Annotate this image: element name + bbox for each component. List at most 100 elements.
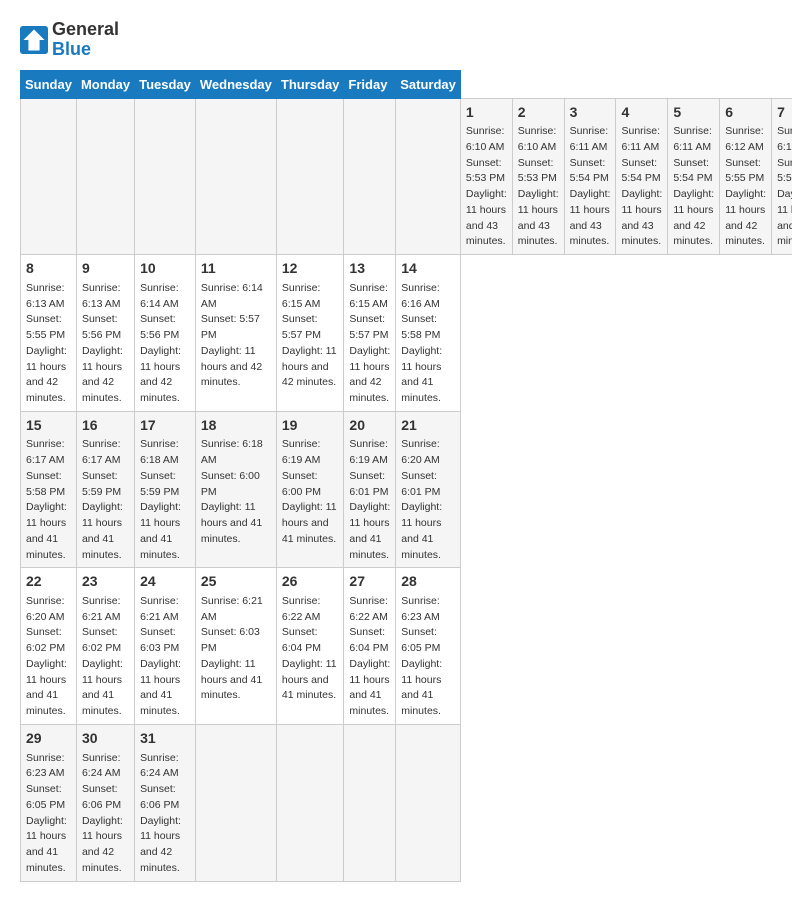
empty-cell xyxy=(195,724,276,881)
calendar-day-15: 15Sunrise: 6:17 AMSunset: 5:58 PMDayligh… xyxy=(21,411,77,568)
day-header-wednesday: Wednesday xyxy=(195,70,276,98)
empty-cell xyxy=(135,98,196,255)
sunrise-text: Sunrise: 6:15 AM xyxy=(282,282,321,310)
daylight-text: Daylight: 11 hours and 43 minutes. xyxy=(518,188,559,247)
daylight-text: Daylight: 11 hours and 41 minutes. xyxy=(282,501,337,545)
daylight-text: Daylight: 11 hours and 41 minutes. xyxy=(26,658,67,717)
sunrise-text: Sunrise: 6:18 AM xyxy=(201,438,263,466)
sunrise-text: Sunrise: 6:16 AM xyxy=(401,282,440,310)
sunset-text: Sunset: 5:58 PM xyxy=(401,313,440,341)
daylight-text: Daylight: 11 hours and 42 minutes. xyxy=(673,188,714,247)
day-number: 2 xyxy=(518,103,559,123)
sunrise-text: Sunrise: 6:10 AM xyxy=(466,125,505,153)
sunset-text: Sunset: 6:00 PM xyxy=(201,470,260,498)
daylight-text: Daylight: 11 hours and 42 minutes. xyxy=(201,345,262,389)
day-number: 16 xyxy=(82,416,129,436)
day-number: 15 xyxy=(26,416,71,436)
sunrise-text: Sunrise: 6:13 AM xyxy=(26,282,65,310)
sunset-text: Sunset: 6:03 PM xyxy=(140,626,179,654)
empty-cell xyxy=(276,98,344,255)
sunset-text: Sunset: 6:01 PM xyxy=(401,470,440,498)
day-number: 30 xyxy=(82,729,129,749)
calendar-day-10: 10Sunrise: 6:14 AMSunset: 5:56 PMDayligh… xyxy=(135,255,196,412)
day-number: 18 xyxy=(201,416,271,436)
daylight-text: Daylight: 11 hours and 42 minutes. xyxy=(82,815,123,874)
day-number: 4 xyxy=(621,103,662,123)
daylight-text: Daylight: 11 hours and 41 minutes. xyxy=(26,815,67,874)
day-number: 31 xyxy=(140,729,190,749)
empty-cell xyxy=(344,724,396,881)
daylight-text: Daylight: 11 hours and 42 minutes. xyxy=(26,345,67,404)
sunrise-text: Sunrise: 6:14 AM xyxy=(140,282,179,310)
calendar-day-2: 2Sunrise: 6:10 AMSunset: 5:53 PMDaylight… xyxy=(512,98,564,255)
day-header-friday: Friday xyxy=(344,70,396,98)
calendar-day-8: 8 Sunrise: 6:13 AM Sunset: 5:55 PM Daylight… xyxy=(21,255,77,412)
sunrise-text: Sunrise: 6:10 AM xyxy=(518,125,557,153)
sunrise-text: Sunrise: 6:20 AM xyxy=(26,595,65,623)
calendar-week-2: 8 Sunrise: 6:13 AM Sunset: 5:55 PM Daylight… xyxy=(21,255,792,412)
day-number: 11 xyxy=(201,259,271,279)
calendar-week-3: 15Sunrise: 6:17 AMSunset: 5:58 PMDayligh… xyxy=(21,411,792,568)
logo-text: General Blue xyxy=(52,20,119,60)
day-number: 5 xyxy=(673,103,714,123)
sunrise-text: Sunrise: 6:24 AM xyxy=(140,752,179,780)
daylight-text: Daylight: 11 hours and 41 minutes. xyxy=(140,658,181,717)
sunrise-text: Sunrise: 6:22 AM xyxy=(282,595,321,623)
calendar-day-24: 24Sunrise: 6:21 AMSunset: 6:03 PMDayligh… xyxy=(135,568,196,725)
daylight-text: Daylight: 11 hours and 41 minutes. xyxy=(82,658,123,717)
sunrise-text: Sunrise: 6:13 AM xyxy=(82,282,121,310)
day-number: 23 xyxy=(82,572,129,592)
day-number: 28 xyxy=(401,572,455,592)
daylight-text: Daylight: 11 hours and 42 minutes. xyxy=(725,188,766,247)
daylight-text: Daylight: 11 hours and 42 minutes. xyxy=(140,345,181,404)
calendar-day-22: 22 Sunrise: 6:20 AM Sunset: 6:02 PM Dayligh… xyxy=(21,568,77,725)
calendar-day-21: 21Sunrise: 6:20 AMSunset: 6:01 PMDayligh… xyxy=(396,411,461,568)
sunset-text: Sunset: 5:57 PM xyxy=(201,313,260,341)
sunset-text: Sunset: 5:57 PM xyxy=(349,313,388,341)
day-number: 24 xyxy=(140,572,190,592)
day-number: 27 xyxy=(349,572,390,592)
calendar-day-13: 13Sunrise: 6:15 AMSunset: 5:57 PMDayligh… xyxy=(344,255,396,412)
sunrise-text: Sunrise: 6:12 AM xyxy=(777,125,792,153)
sunset-text: Sunset: 5:58 PM xyxy=(26,470,65,498)
calendar-day-3: 3Sunrise: 6:11 AMSunset: 5:54 PMDaylight… xyxy=(564,98,616,255)
sunset-text: Sunset: 6:04 PM xyxy=(282,626,321,654)
empty-cell xyxy=(276,724,344,881)
daylight-text: Daylight: 11 hours and 41 minutes. xyxy=(201,658,262,702)
day-number: 17 xyxy=(140,416,190,436)
day-number: 20 xyxy=(349,416,390,436)
calendar-day-7: 7Sunrise: 6:12 AMSunset: 5:55 PMDaylight… xyxy=(772,98,792,255)
sunrise-text: Sunrise: 6:23 AM xyxy=(26,752,65,780)
sunset-text: Sunset: 5:55 PM xyxy=(725,157,764,185)
logo-icon xyxy=(20,26,48,54)
day-number: 13 xyxy=(349,259,390,279)
daylight-text: Daylight: 11 hours and 43 minutes. xyxy=(621,188,662,247)
sunset-text: Sunset: 5:56 PM xyxy=(82,313,121,341)
calendar-day-12: 12Sunrise: 6:15 AMSunset: 5:57 PMDayligh… xyxy=(276,255,344,412)
day-number: 8 xyxy=(26,259,71,279)
daylight-text: Daylight: 11 hours and 41 minutes. xyxy=(201,501,262,545)
sunset-text: Sunset: 6:02 PM xyxy=(26,626,65,654)
calendar-day-31: 31Sunrise: 6:24 AMSunset: 6:06 PMDayligh… xyxy=(135,724,196,881)
sunset-text: Sunset: 5:59 PM xyxy=(82,470,121,498)
day-number: 19 xyxy=(282,416,339,436)
empty-cell xyxy=(396,98,461,255)
day-number: 14 xyxy=(401,259,455,279)
calendar-day-4: 4Sunrise: 6:11 AMSunset: 5:54 PMDaylight… xyxy=(616,98,668,255)
calendar-day-23: 23Sunrise: 6:21 AMSunset: 6:02 PMDayligh… xyxy=(76,568,134,725)
day-number: 3 xyxy=(570,103,611,123)
calendar-day-30: 30Sunrise: 6:24 AMSunset: 6:06 PMDayligh… xyxy=(76,724,134,881)
day-number: 1 xyxy=(466,103,507,123)
calendar-day-18: 18Sunrise: 6:18 AM Sunset: 6:00 PM Dayligh… xyxy=(195,411,276,568)
calendar-table: SundayMondayTuesdayWednesdayThursdayFrid… xyxy=(20,70,792,882)
calendar-day-6: 6Sunrise: 6:12 AMSunset: 5:55 PMDaylight… xyxy=(720,98,772,255)
sunset-text: Sunset: 5:53 PM xyxy=(466,157,505,185)
daylight-text: Daylight: 11 hours and 42 minutes. xyxy=(282,345,337,389)
daylight-text: Daylight: 11 hours and 42 minutes. xyxy=(82,345,123,404)
sunset-text: Sunset: 5:55 PM xyxy=(26,313,65,341)
empty-cell xyxy=(195,98,276,255)
day-number: 22 xyxy=(26,572,71,592)
daylight-text: Daylight: 11 hours and 43 minutes. xyxy=(570,188,611,247)
sunset-text: Sunset: 5:55 PM xyxy=(777,157,792,185)
day-header-tuesday: Tuesday xyxy=(135,70,196,98)
